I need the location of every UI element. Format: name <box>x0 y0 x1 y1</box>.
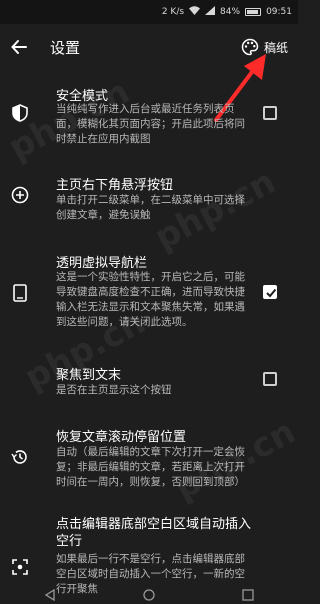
focus-end-checkbox[interactable] <box>263 372 277 386</box>
setting-transparent-navbar[interactable]: 透明虚拟导航栏 这是一个实验性特性，开启它之后，可能导致键盘高度检查不正确，进而… <box>0 242 298 354</box>
clock: 09:51 <box>266 6 292 17</box>
nav-recents-icon[interactable] <box>242 589 254 601</box>
network-speed: 2 K/s <box>161 6 185 17</box>
checkmark-icon <box>266 288 277 298</box>
setting-title: 恢复文章滚动停留位置 <box>56 430 187 445</box>
setting-desc: 自动（最后编辑的文章下次打开一定会恢复；非最后编辑的文章，若距离上次打开时间在一… <box>56 446 245 488</box>
nav-back-icon[interactable] <box>44 589 56 601</box>
battery-icon <box>245 8 262 16</box>
history-icon <box>9 446 31 468</box>
setting-restore-scroll[interactable]: 恢复文章滚动停留位置 自动（最后编辑的文章下次打开一定会恢复；非最后编辑的文章，… <box>0 422 298 508</box>
transparent-navbar-checkbox[interactable] <box>263 285 277 299</box>
status-bar: 2 K/s 84% 09:51 <box>0 0 298 24</box>
setting-safe-mode[interactable]: 安全模式 当纯纯写作进入后台或最近任务列表页面，模糊化其页面内容；开启此项后将同… <box>0 70 298 160</box>
arrow-left-icon <box>11 40 27 54</box>
nav-home-icon[interactable] <box>143 589 155 601</box>
signal-icon <box>205 6 216 18</box>
setting-title: 点击编辑器底部空白区域自动插入空行 <box>56 517 252 549</box>
setting-desc: 是否在主页显示这个按钮 <box>56 384 172 396</box>
setting-title: 透明虚拟导航栏 <box>56 256 148 271</box>
setting-desc: 这是一个实验性特性，开启它之后，可能导致键盘高度检查不正确，进而导致快捷输入栏无… <box>56 271 245 328</box>
phone-icon <box>9 282 31 304</box>
focus-icon <box>9 556 31 578</box>
battery-percent: 84% <box>220 6 241 17</box>
setting-floating-button[interactable]: 主页右下角悬浮按钮 单击打开二级菜单，在二级菜单中可选择创建文章，避免误触 <box>0 162 298 226</box>
setting-title: 主页右下角悬浮按钮 <box>56 178 174 193</box>
safe-mode-checkbox[interactable] <box>263 106 277 120</box>
shield-icon <box>9 102 31 124</box>
setting-title: 聚焦到文末 <box>56 368 122 383</box>
system-nav-bar <box>0 586 298 604</box>
setting-desc: 当纯纯写作进入后台或最近任务列表页面，模糊化其页面内容；开启此项后将同时禁止在应… <box>56 103 245 145</box>
add-circle-icon <box>9 184 31 206</box>
wifi-icon <box>189 6 201 18</box>
back-button[interactable] <box>0 24 38 70</box>
setting-focus-end[interactable]: 聚焦到文末 是否在主页显示这个按钮 <box>0 358 298 410</box>
setting-insert-blank-line[interactable]: 点击编辑器底部空白区域自动插入空行 如果最后一行不是空行，点击编辑器底部空白区域… <box>0 514 298 595</box>
setting-desc: 单击打开二级菜单，在二级菜单中可选择创建文章，避免误触 <box>56 194 245 221</box>
